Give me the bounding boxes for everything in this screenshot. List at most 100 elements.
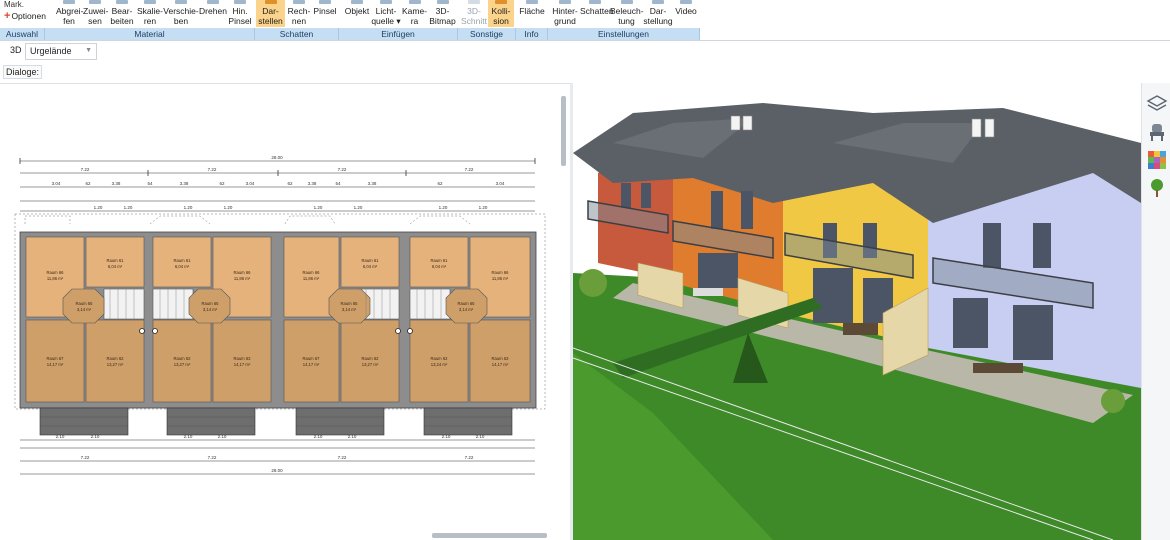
svg-text:13,27 m²: 13,27 m² [362, 362, 379, 367]
tool-kamera[interactable]: Kame-ra [401, 0, 428, 27]
svg-text:2.10: 2.10 [184, 434, 193, 439]
markier-button[interactable]: Mark. [4, 0, 24, 9]
dimension-lines-top [20, 160, 535, 212]
plus-icon: + [4, 10, 11, 22]
svg-text:13,27 m²: 13,27 m² [107, 362, 124, 367]
tool-skalieren[interactable]: Skalie-ren [137, 0, 163, 27]
svg-text:Raum 62: Raum 62 [174, 356, 192, 361]
group-title-info: Info [516, 28, 548, 40]
svg-text:7.22: 7.22 [465, 167, 474, 172]
svg-text:3.38: 3.38 [368, 181, 377, 186]
svg-text:Raum 63: Raum 63 [492, 356, 510, 361]
tool-zuweisen[interactable]: Zuwei-sen [83, 0, 109, 27]
layers-icon[interactable] [1146, 93, 1168, 115]
svg-text:2.10: 2.10 [442, 434, 451, 439]
svg-text:6,04 m²: 6,04 m² [108, 264, 123, 269]
svg-text:Raum 66: Raum 66 [303, 270, 321, 275]
svg-text:1.20: 1.20 [479, 205, 488, 210]
chimney-3 [971, 118, 982, 138]
svg-text:Raum 65: Raum 65 [76, 301, 94, 306]
optionen-label: Optionen [11, 11, 46, 21]
svg-text:3.38: 3.38 [308, 181, 317, 186]
svg-text:6,04 m²: 6,04 m² [175, 264, 190, 269]
svg-text:54: 54 [147, 181, 153, 186]
group-material: Abgrei-fen Zuwei-sen Bear-beiten Skalie-… [45, 0, 255, 40]
tool-schatten-pinsel[interactable]: Pinsel [312, 0, 338, 27]
dialog-label[interactable]: Dialoge: [3, 65, 43, 79]
terrain-select[interactable]: Urgelände ▼ [25, 43, 97, 60]
group-title-sonstige: Sonstige [458, 28, 516, 40]
svg-text:3,14 m²: 3,14 m² [459, 307, 474, 312]
tree-icon[interactable] [1146, 177, 1168, 199]
svg-text:62: 62 [219, 181, 225, 186]
tool-schatten-rechnen[interactable]: Rech-nen [286, 0, 312, 27]
tool-abgreifen[interactable]: Abgrei-fen [56, 0, 83, 27]
tool-drehen[interactable]: Drehen [199, 0, 227, 27]
tool-verschieben[interactable]: Verschie-ben [163, 0, 199, 27]
svg-text:1.20: 1.20 [94, 205, 103, 210]
tool-lichtquelle[interactable]: Licht-quelle ▾ [371, 0, 401, 27]
plan-vertical-scrollbar[interactable] [561, 96, 566, 166]
svg-text:7.22: 7.22 [81, 455, 90, 460]
tool-darstellung[interactable]: Dar-stellung [643, 0, 673, 27]
palette-icon[interactable] [1146, 149, 1168, 171]
svg-text:11,86 m²: 11,86 m² [234, 276, 251, 281]
svg-text:62: 62 [437, 181, 443, 186]
tool-objekt[interactable]: Objekt [342, 0, 372, 27]
svg-text:2.10: 2.10 [476, 434, 485, 439]
svg-text:Raum 66: Raum 66 [234, 270, 252, 275]
chair-icon[interactable] [1146, 121, 1168, 143]
svg-text:1.20: 1.20 [354, 205, 363, 210]
svg-text:3,14 m²: 3,14 m² [77, 307, 92, 312]
tool-hintergrund[interactable]: Hinter-grund [550, 0, 580, 27]
3d-view-panel[interactable] [573, 83, 1141, 540]
svg-text:1.20: 1.20 [124, 205, 133, 210]
tool-schatten-darstellen[interactable]: Dar-stellen [256, 0, 285, 27]
3d-render-canvas[interactable] [573, 83, 1141, 540]
tool-video[interactable]: Video [673, 0, 699, 27]
group-title-schatten: Schatten [255, 28, 339, 40]
chevron-down-icon: ▼ [85, 47, 92, 54]
tool-kollision[interactable]: Kolli-sion [488, 0, 514, 27]
chimney-4 [984, 118, 995, 138]
svg-text:1.20: 1.20 [314, 205, 323, 210]
svg-text:11,86 m²: 11,86 m² [492, 276, 509, 281]
tool-3d-schnitt[interactable]: 3D- Schnitt [460, 0, 488, 27]
tool-3d-bitmap[interactable]: 3D- Bitmap [428, 0, 457, 27]
svg-text:Raum 62: Raum 62 [362, 356, 380, 361]
dialog-bar: Dialoge: [0, 63, 1170, 81]
view-mode-label: 3D [10, 45, 22, 55]
svg-text:Raum 62: Raum 62 [431, 356, 449, 361]
svg-text:7.22: 7.22 [208, 167, 217, 172]
svg-text:1.20: 1.20 [224, 205, 233, 210]
svg-text:Raum 61: Raum 61 [107, 258, 125, 263]
group-auswahl: Mark. +Optionen Auswahl [0, 0, 46, 40]
dimension-labels-top: 28.00 7.22 7.22 7.22 7.22 3.04 62 3.38 5… [52, 155, 505, 210]
floor-plan-panel[interactable]: 28.00 7.22 7.22 7.22 7.22 3.04 62 3.38 5… [0, 83, 570, 540]
svg-text:14,17 m²: 14,17 m² [47, 362, 64, 367]
plan-horizontal-scrollbar[interactable] [432, 533, 547, 538]
tool-hin-pinsel[interactable]: Hin. Pinsel [227, 0, 253, 27]
svg-text:62: 62 [85, 181, 91, 186]
tool-flaeche[interactable]: Fläche [518, 0, 546, 27]
svg-text:14,17 m²: 14,17 m² [492, 362, 509, 367]
svg-text:62: 62 [287, 181, 293, 186]
tool-bearbeiten[interactable]: Bear-beiten [108, 0, 136, 27]
svg-text:2.10: 2.10 [218, 434, 227, 439]
svg-text:13,24 m²: 13,24 m² [431, 362, 448, 367]
svg-text:7.22: 7.22 [465, 455, 474, 460]
svg-text:Raum 63: Raum 63 [234, 356, 252, 361]
svg-text:Raum 62: Raum 62 [107, 356, 125, 361]
group-einfuegen: Objekt Licht-quelle ▾ Kame-ra 3D- Bitmap … [339, 0, 458, 40]
optionen-button[interactable]: +Optionen [4, 10, 46, 22]
group-schatten: Dar-stellen Rech-nen Pinsel Schatten [255, 0, 339, 40]
tool-einst-schatten[interactable]: Schatten [580, 0, 614, 27]
floor-plan-canvas[interactable]: 28.00 7.22 7.22 7.22 7.22 3.04 62 3.38 5… [0, 84, 560, 524]
svg-text:Raum 61: Raum 61 [362, 258, 380, 263]
svg-text:3.04: 3.04 [52, 181, 61, 186]
ribbon: Mark. +Optionen Auswahl Abgrei-fen Zuwei… [0, 0, 1170, 41]
group-title-einfuegen: Einfügen [339, 28, 458, 40]
svg-text:1.20: 1.20 [184, 205, 193, 210]
tool-beleuchtung[interactable]: Beleuch-tung [610, 0, 644, 27]
group-title-material: Material [45, 28, 255, 40]
